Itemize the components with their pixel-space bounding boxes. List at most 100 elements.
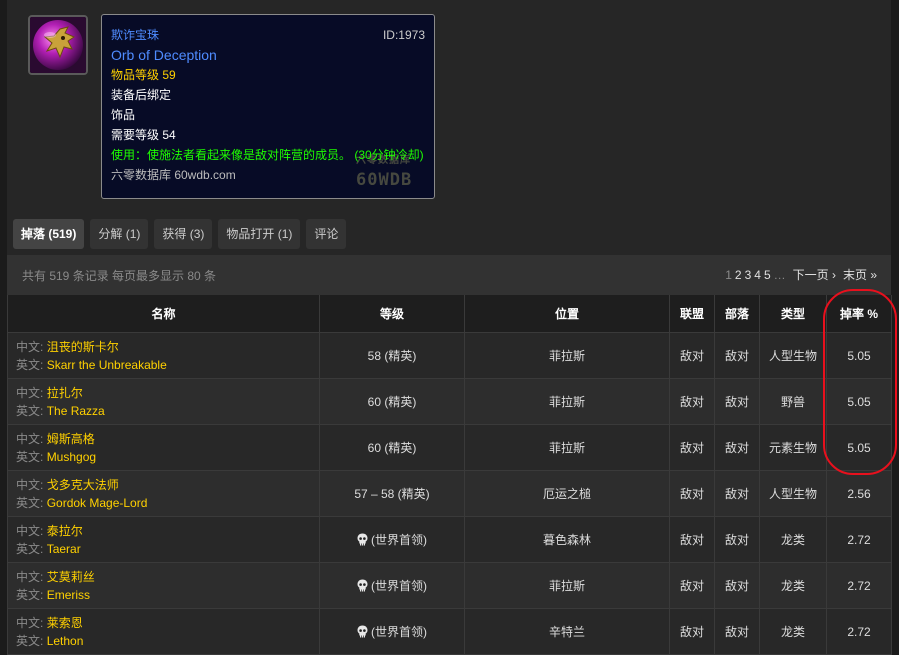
- npc-name-en[interactable]: Gordok Mage-Lord: [47, 496, 148, 510]
- npc-type: 人型生物: [759, 332, 827, 379]
- npc-zone: 厄运之槌: [464, 470, 670, 517]
- npc-name-cn[interactable]: 沮丧的斯卡尔: [47, 340, 119, 354]
- npc-zone: 菲拉斯: [464, 424, 670, 471]
- tab-item-open[interactable]: 物品打开 (1): [218, 219, 301, 249]
- npc-name-en[interactable]: The Razza: [47, 404, 105, 418]
- table-header-row: 名称 等级 位置 联盟 部落 类型 掉率 %: [7, 295, 892, 333]
- npc-type: 元素生物: [759, 424, 827, 471]
- npc-level-cell: 57 – 58 (精英): [319, 470, 465, 517]
- header-horde[interactable]: 部落: [714, 295, 760, 333]
- npc-level-cell: 58 (精英): [319, 332, 465, 379]
- npc-name-en[interactable]: Emeriss: [47, 588, 90, 602]
- npc-name-en[interactable]: Skarr the Unbreakable: [47, 358, 167, 372]
- npc-name-cell: 中文: 拉扎尔 英文: The Razza: [7, 378, 320, 425]
- header-type[interactable]: 类型: [759, 295, 827, 333]
- table-row: 中文: 拉扎尔 英文: The Razza 60 (精英) 菲拉斯 敌对 敌对 …: [7, 378, 892, 425]
- skull-icon: [357, 579, 368, 595]
- npc-name-cn[interactable]: 姆斯高格: [47, 432, 95, 446]
- npc-zone: 菲拉斯: [464, 378, 670, 425]
- tab-comments[interactable]: 评论: [306, 219, 347, 249]
- npc-level-cell: 60 (精英): [319, 424, 465, 471]
- horde-reaction: 敌对: [714, 378, 760, 425]
- cn-label: 中文:: [16, 339, 44, 354]
- results-summary: 共有 519 条记录 每页最多显示 80 条: [22, 269, 217, 283]
- next-page-link[interactable]: 下一页 ›: [793, 266, 836, 283]
- header-drop-rate[interactable]: 掉率 %: [826, 295, 892, 333]
- en-label: 英文:: [16, 403, 44, 418]
- table-row: 中文: 泰拉尔 英文: Taerar (世界首领) 暮色森林 敌对 敌对 龙类 …: [7, 516, 892, 563]
- npc-name-cell: 中文: 泰拉尔 英文: Taerar: [7, 516, 320, 563]
- item-level: 物品等级 59: [111, 68, 176, 82]
- npc-name-cn[interactable]: 拉扎尔: [47, 386, 83, 400]
- alliance-reaction: 敌对: [669, 470, 715, 517]
- page-link-2[interactable]: 2: [735, 268, 742, 282]
- npc-name-en[interactable]: Taerar: [47, 542, 81, 556]
- skull-icon: [357, 625, 368, 641]
- drop-rate: 2.56: [826, 470, 892, 517]
- horde-reaction: 敌对: [714, 516, 760, 563]
- npc-name-cell: 中文: 沮丧的斯卡尔 英文: Skarr the Unbreakable: [7, 332, 320, 379]
- cn-label: 中文:: [16, 431, 44, 446]
- npc-zone: 菲拉斯: [464, 562, 670, 609]
- page-link-5[interactable]: 5: [764, 268, 771, 282]
- alliance-reaction: 敌对: [669, 424, 715, 471]
- npc-level-cell: (世界首领): [319, 562, 465, 609]
- item-name-cn: 欺诈宝珠: [111, 28, 160, 42]
- drop-rate: 2.72: [826, 562, 892, 609]
- npc-level: (世界首领): [371, 578, 427, 593]
- en-label: 英文:: [16, 541, 44, 556]
- item-binding: 装备后绑定: [111, 88, 172, 102]
- item-use-effect: 使用：使施法者看起来像是敌对阵营的成员。 (30分钟冷却): [111, 148, 424, 162]
- last-page-link[interactable]: 末页 »: [843, 266, 877, 283]
- npc-zone: 暮色森林: [464, 516, 670, 563]
- npc-zone: 菲拉斯: [464, 332, 670, 379]
- page-link-4[interactable]: 4: [754, 268, 761, 282]
- drop-rate: 2.72: [826, 516, 892, 563]
- en-label: 英文:: [16, 449, 44, 464]
- item-tooltip: ID:1973 欺诈宝珠 Orb of Deception 物品等级 59 装备…: [101, 14, 435, 199]
- tab-drops[interactable]: 掉落 (519): [13, 219, 85, 249]
- en-label: 英文:: [16, 495, 44, 510]
- tab-disenchant[interactable]: 分解 (1): [90, 219, 149, 249]
- page-ellipsis: …: [773, 267, 786, 282]
- npc-level: (世界首领): [371, 532, 427, 547]
- header-level[interactable]: 等级: [319, 295, 465, 333]
- item-required-level: 需要等级 54: [111, 128, 176, 142]
- npc-level-cell: (世界首领): [319, 516, 465, 563]
- cn-label: 中文:: [16, 523, 44, 538]
- orb-of-deception-icon[interactable]: [28, 15, 88, 75]
- npc-name-cn[interactable]: 泰拉尔: [47, 524, 83, 538]
- header-alliance[interactable]: 联盟: [669, 295, 715, 333]
- npc-name-en[interactable]: Mushgog: [47, 450, 96, 464]
- npc-name-en[interactable]: Lethon: [47, 634, 84, 648]
- npc-name-cn[interactable]: 戈多克大法师: [47, 478, 119, 492]
- cn-label: 中文:: [16, 477, 44, 492]
- drop-rate: 5.05: [826, 424, 892, 471]
- header-name[interactable]: 名称: [7, 295, 320, 333]
- npc-name-cn[interactable]: 莱索恩: [47, 616, 83, 630]
- en-label: 英文:: [16, 587, 44, 602]
- alliance-reaction: 敌对: [669, 516, 715, 563]
- npc-type: 龙类: [759, 562, 827, 609]
- page-link-3[interactable]: 3: [745, 268, 752, 282]
- cn-label: 中文:: [16, 615, 44, 630]
- en-label: 英文:: [16, 633, 44, 648]
- tab-bar: 掉落 (519) 分解 (1) 获得 (3) 物品打开 (1) 评论: [13, 219, 347, 249]
- npc-level: 60 (精英): [367, 395, 417, 409]
- header-location[interactable]: 位置: [464, 295, 670, 333]
- tab-obtained[interactable]: 获得 (3): [154, 219, 213, 249]
- alliance-reaction: 敌对: [669, 332, 715, 379]
- cn-label: 中文:: [16, 569, 44, 584]
- npc-name-cell: 中文: 戈多克大法师 英文: Gordok Mage-Lord: [7, 470, 320, 517]
- npc-name-cell: 中文: 艾莫莉丝 英文: Emeriss: [7, 562, 320, 609]
- results-info-bar: 共有 519 条记录 每页最多显示 80 条 1 2 3 4 5 … 下一页 ›…: [7, 255, 891, 295]
- npc-type: 龙类: [759, 516, 827, 563]
- npc-name-cn[interactable]: 艾莫莉丝: [47, 570, 95, 584]
- horde-reaction: 敌对: [714, 470, 760, 517]
- item-name-en: Orb of Deception: [111, 47, 217, 63]
- npc-level: 57 – 58 (精英): [354, 487, 430, 501]
- table-row: 中文: 沮丧的斯卡尔 英文: Skarr the Unbreakable 58 …: [7, 332, 892, 379]
- npc-type: 野兽: [759, 378, 827, 425]
- drop-table: 名称 等级 位置 联盟 部落 类型 掉率 % 中文: 沮丧的斯卡尔 英文: Sk…: [7, 295, 892, 655]
- alliance-reaction: 敌对: [669, 378, 715, 425]
